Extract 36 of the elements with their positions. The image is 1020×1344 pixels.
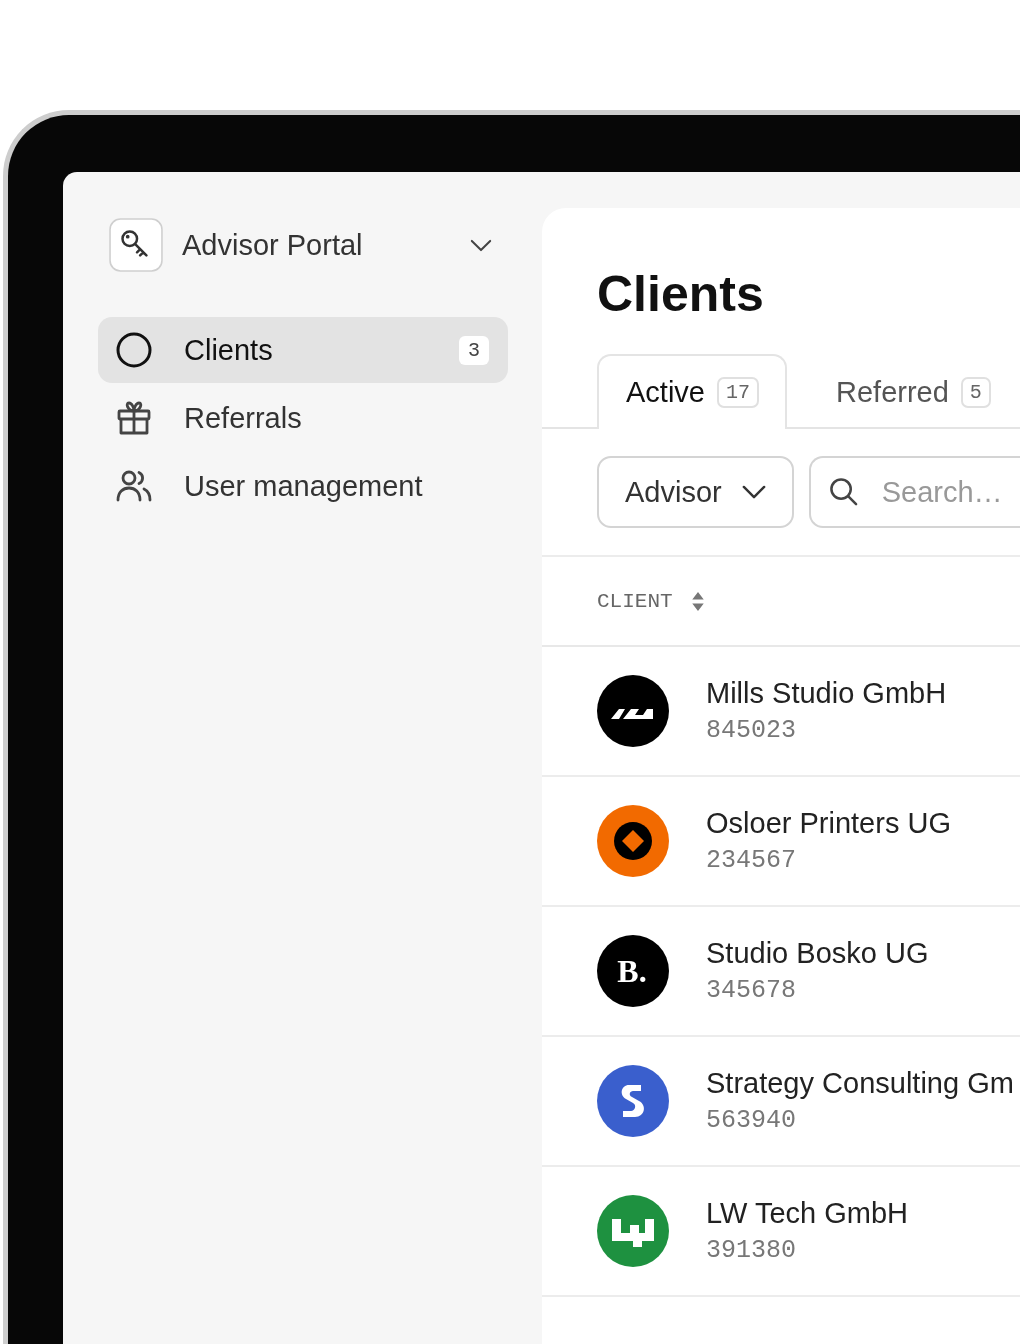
chevron-down-icon <box>741 484 766 500</box>
client-name: Studio Bosko UG <box>706 937 929 970</box>
client-number: 234567 <box>706 846 797 875</box>
client-row[interactable]: B. Studio Bosko UG 345678 <box>542 907 1020 1037</box>
column-header[interactable]: CLIENT <box>597 589 673 613</box>
client-row[interactable]: Osloer Printers UG 234567 <box>542 777 1020 907</box>
nav-item[interactable]: Referrals <box>98 385 508 451</box>
client-number: 345678 <box>706 976 797 1005</box>
advisor-dropdown[interactable]: Advisor <box>597 456 794 528</box>
client-name: Strategy Consulting Gm <box>706 1067 1014 1100</box>
sort-icon[interactable] <box>690 590 705 612</box>
client-name: Mills Studio GmbH <box>706 677 947 710</box>
client-row[interactable]: Strategy Consulting Gm 563940 <box>542 1037 1020 1167</box>
count-badge: 3 <box>459 335 489 365</box>
count-badge: 17 <box>717 377 759 408</box>
tab[interactable]: Active 17 <box>597 354 787 429</box>
tab[interactable]: Referred 5 <box>807 354 1019 429</box>
circle-icon <box>116 332 152 368</box>
nav-item[interactable]: User management <box>98 453 508 519</box>
client-row[interactable]: LW Tech GmbH 391380 <box>542 1167 1020 1297</box>
client-number: 391380 <box>706 1236 797 1265</box>
nav-item[interactable]: Clients 3 <box>98 317 508 383</box>
client-name: LW Tech GmbH <box>706 1197 908 1230</box>
chevron-down-icon[interactable] <box>470 238 492 252</box>
users-icon <box>116 468 152 504</box>
client-row[interactable]: Mills Studio GmbH 845023 <box>542 647 1020 777</box>
client-name: Osloer Printers UG <box>706 807 951 840</box>
page-title: Clients <box>597 265 765 324</box>
key-icon <box>109 218 163 272</box>
client-number: 563940 <box>706 1106 797 1135</box>
count-badge: 5 <box>960 377 991 408</box>
client-number: 845023 <box>706 716 797 745</box>
search-field[interactable]: Search… <box>808 456 1020 528</box>
gift-icon <box>116 400 152 436</box>
workspace-name[interactable]: Advisor Portal <box>182 228 470 262</box>
company-logo-icon: B. <box>597 935 669 1007</box>
